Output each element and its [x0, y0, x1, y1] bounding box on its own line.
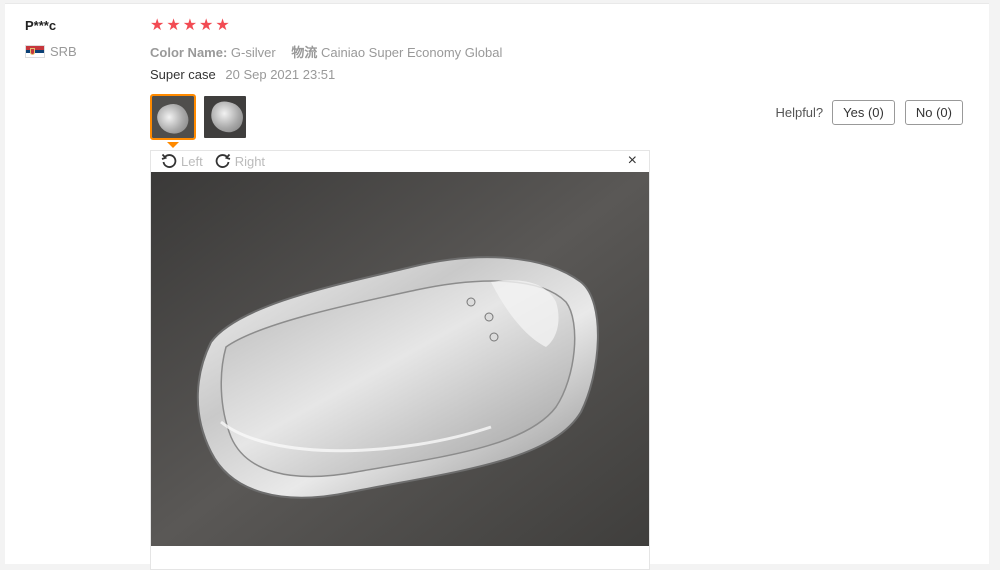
rotate-left-button[interactable]: Left: [161, 153, 203, 169]
rotate-left-label: Left: [181, 153, 203, 169]
viewer-toolbar: Left Right ×: [151, 151, 649, 171]
helpful-yes-button[interactable]: Yes (0): [832, 100, 895, 125]
serbia-flag-icon: [25, 45, 45, 58]
attribute-value: G-silver: [230, 45, 276, 60]
review-body: Super case 20 Sep 2021 23:51: [150, 67, 335, 82]
key-case-photo: [151, 172, 649, 546]
review-attributes: Color Name: G-silver 物流 Cainiao Super Ec…: [150, 42, 514, 61]
review-photo: [151, 172, 649, 546]
star-icon: ★: [166, 17, 181, 34]
reviewer-country: SRB: [25, 44, 77, 59]
attribute-value: Cainiao Super Economy Global: [320, 45, 503, 60]
image-viewer: Left Right ×: [150, 150, 650, 570]
star-icon: ★: [150, 17, 165, 34]
country-code: SRB: [50, 44, 77, 59]
rotate-right-icon: [215, 153, 230, 168]
helpful-votes: Helpful? Yes (0) No (0): [775, 100, 963, 125]
reviewer-name: P***c: [25, 18, 57, 33]
star-icon: ★: [215, 17, 230, 34]
rotate-left-icon: [161, 153, 177, 168]
attribute-key: Color Name:: [150, 45, 228, 60]
review-date: 20 Sep 2021 23:51: [225, 67, 336, 82]
helpful-no-button[interactable]: No (0): [904, 100, 963, 125]
review-thumbnail-2[interactable]: [202, 94, 248, 140]
attribute-key: 物流: [291, 45, 318, 60]
rotate-right-button[interactable]: Right: [215, 153, 265, 169]
rotate-right-label: Right: [234, 153, 266, 169]
close-icon[interactable]: ×: [628, 151, 637, 171]
review-thumbnail-1[interactable]: [150, 94, 196, 140]
review-text: Super case: [150, 67, 216, 82]
star-icon: ★: [199, 17, 214, 34]
rating-stars: ★ ★ ★ ★ ★: [150, 17, 230, 35]
helpful-label: Helpful?: [775, 105, 824, 120]
star-icon: ★: [182, 17, 198, 34]
active-thumbnail-indicator: [167, 142, 179, 148]
review-thumbnails: [150, 94, 248, 140]
review-card: P***c SRB ★ ★ ★ ★ ★ Color Name: G-silver…: [5, 3, 989, 570]
